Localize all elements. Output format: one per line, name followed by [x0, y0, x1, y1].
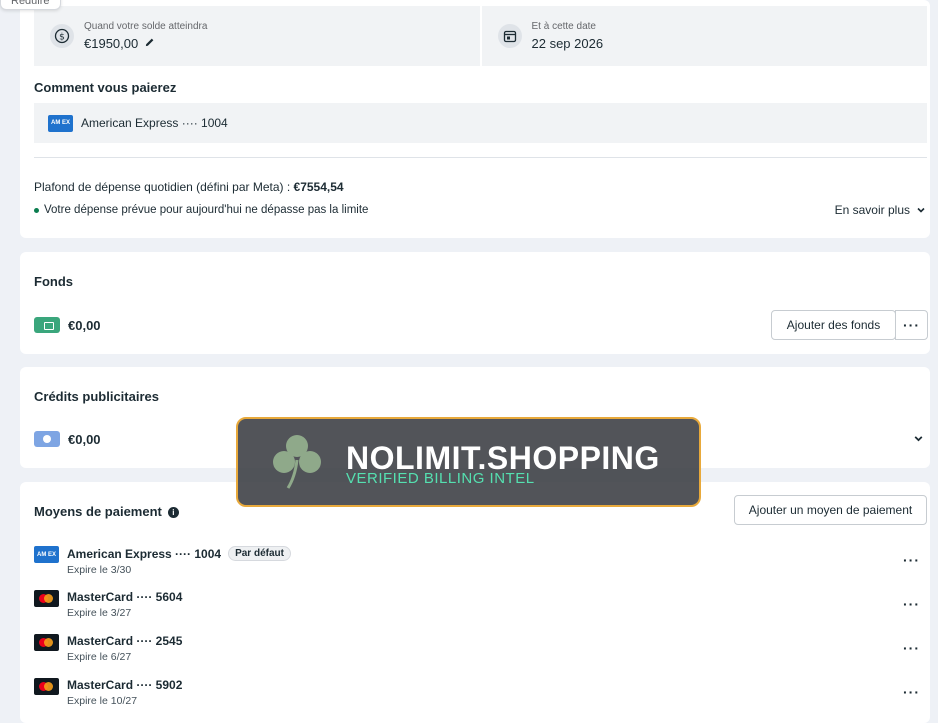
add-funds-button[interactable]: Ajouter des fonds	[771, 310, 896, 340]
svg-text:$: $	[59, 33, 65, 43]
funds-amount: €0,00	[68, 317, 101, 333]
mastercard-icon	[34, 678, 59, 695]
payment-method-more-icon[interactable]: ···	[903, 552, 920, 568]
amex-icon: AM EX	[34, 546, 59, 563]
payment-method-item[interactable]: MasterCard ···· 5604 Expire le 3/27	[34, 590, 182, 619]
payment-method-name: MasterCard ···· 5604	[67, 590, 183, 604]
payment-methods-title: Moyens de paiement	[34, 504, 162, 519]
limit-note-text: Votre dépense prévue pour aujourd'hui ne…	[44, 204, 369, 216]
mastercard-icon	[34, 590, 59, 607]
funds-title: Fonds	[34, 274, 73, 289]
collapse-tooltip: Réduire	[0, 0, 61, 10]
payment-method-expiry: Expire le 10/27	[67, 695, 138, 707]
payment-method-more-icon[interactable]: ···	[903, 640, 920, 656]
shamrock-icon	[273, 435, 321, 489]
threshold-value: €1950,00	[84, 36, 139, 51]
daily-limit-label: Plafond de dépense quotidien (défini par…	[34, 180, 294, 194]
payment-method-item[interactable]: MasterCard ···· 2545 Expire le 6/27	[34, 634, 182, 663]
payment-method-name: MasterCard ···· 5902	[67, 678, 183, 692]
payment-method-more-icon[interactable]: ···	[903, 596, 920, 612]
expand-credits-icon[interactable]	[913, 433, 924, 447]
payment-methods-header: Moyens de paiement i	[34, 504, 179, 519]
daily-limit: Plafond de dépense quotidien (défini par…	[34, 180, 344, 194]
default-payment-row: AM EX American Express ···· 1004	[34, 103, 927, 143]
payment-method-name: American Express ···· 1004	[67, 546, 222, 561]
date-label: Et à cette date	[531, 21, 597, 32]
watermark-banner: NOLIMIT.SHOPPING VERIFIED BILLING INTEL	[236, 417, 701, 507]
payment-method-expiry: Expire le 3/30	[67, 564, 132, 576]
pencil-icon[interactable]	[144, 36, 155, 51]
limit-note: Votre dépense prévue pour aujourd'hui ne…	[34, 204, 368, 216]
payment-method-name: MasterCard ···· 2545	[67, 634, 183, 648]
wallet-icon	[34, 317, 60, 333]
default-badge: Par défaut	[228, 546, 291, 561]
watermark-subtitle: VERIFIED BILLING INTEL	[346, 470, 535, 487]
add-payment-method-button[interactable]: Ajouter un moyen de paiement	[734, 495, 927, 525]
amex-icon: AM EX	[48, 114, 73, 132]
ad-credits-balance: €0,00	[34, 431, 101, 447]
payment-method-expiry: Expire le 3/27	[67, 607, 132, 619]
payment-method-more-icon[interactable]: ···	[903, 684, 920, 700]
divider	[34, 157, 927, 158]
dollar-icon: $	[50, 24, 74, 48]
threshold-cell: $ Quand votre solde atteindra €1950,00	[34, 6, 480, 66]
mastercard-icon	[34, 634, 59, 651]
date-value: 22 sep 2026	[531, 36, 604, 51]
funds-card: Fonds €0,00 Ajouter des fonds ···	[20, 252, 930, 354]
funds-balance: €0,00	[34, 317, 101, 333]
balance-card: $ Quand votre solde atteindra €1950,00 E…	[20, 0, 930, 238]
ad-credits-title: Crédits publicitaires	[34, 389, 159, 404]
default-payment-label: American Express ···· 1004	[81, 116, 228, 130]
payment-methods-card: Moyens de paiement i Ajouter un moyen de …	[20, 482, 930, 723]
threshold-label: Quand votre solde atteindra	[84, 21, 208, 32]
ad-credits-amount: €0,00	[68, 431, 101, 447]
funds-more-icon[interactable]: ···	[895, 310, 928, 340]
billing-page: Réduire $ Quand votre solde atteindra €1…	[0, 0, 930, 723]
how-to-pay-title: Comment vous paierez	[34, 80, 177, 95]
learn-more-label: En savoir plus	[834, 203, 910, 217]
payment-method-item[interactable]: MasterCard ···· 5902 Expire le 10/27	[34, 678, 182, 707]
coupon-icon	[34, 431, 60, 447]
learn-more-link[interactable]: En savoir plus	[835, 203, 926, 217]
payment-method-item[interactable]: AM EX American Express ···· 1004 Par déf…	[34, 546, 291, 576]
status-dot-icon	[34, 207, 39, 213]
threshold-info-grid: $ Quand votre solde atteindra €1950,00 E…	[34, 6, 927, 66]
daily-limit-value: €7554,54	[293, 180, 344, 194]
payment-method-expiry: Expire le 6/27	[67, 651, 132, 663]
chevron-down-icon	[917, 207, 925, 213]
calendar-icon	[497, 24, 522, 48]
date-cell: Et à cette date 22 sep 2026	[481, 6, 927, 66]
info-icon[interactable]: i	[167, 507, 179, 519]
